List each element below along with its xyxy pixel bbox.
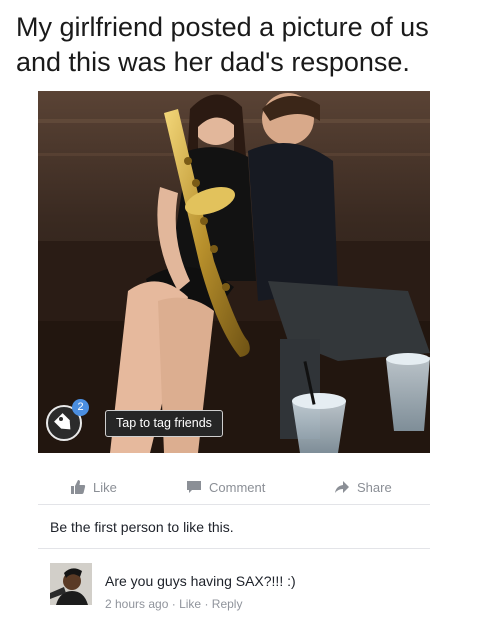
comment-bubble-icon (187, 481, 201, 493)
comment-body: Are you guys having SAX?!!! :) (105, 573, 296, 589)
comment-label: Comment (209, 479, 266, 495)
post-action-bar: Like Comment Share (38, 470, 430, 505)
meta-separator: · (204, 597, 209, 611)
post-photo[interactable]: 2 Tap to tag friends (38, 91, 430, 453)
comment-reply-link[interactable]: Reply (212, 597, 243, 611)
meta-separator: · (171, 597, 176, 611)
comment-time: 2 hours ago (105, 597, 169, 611)
tag-friends-button[interactable]: Tap to tag friends (105, 410, 223, 437)
comment-button[interactable]: Comment (186, 478, 265, 496)
share-label: Share (357, 479, 392, 495)
photo-illustration (38, 91, 430, 453)
like-button[interactable]: Like (70, 478, 117, 496)
comments-divider (38, 548, 430, 549)
commenter-avatar[interactable] (50, 563, 92, 605)
post-caption: My girlfriend posted a picture of us and… (16, 12, 429, 77)
avatar-image (50, 563, 92, 605)
share-button[interactable]: Share (334, 478, 392, 496)
comment-like-link[interactable]: Like (179, 597, 201, 611)
comment-meta: 2 hours ago · Like · Reply (105, 597, 242, 611)
tag-count-badge: 2 (72, 399, 89, 416)
likes-summary: Be the first person to like this. (50, 519, 234, 535)
thumbs-up-icon (71, 480, 86, 494)
share-arrow-icon (335, 481, 349, 493)
like-label: Like (93, 479, 117, 495)
